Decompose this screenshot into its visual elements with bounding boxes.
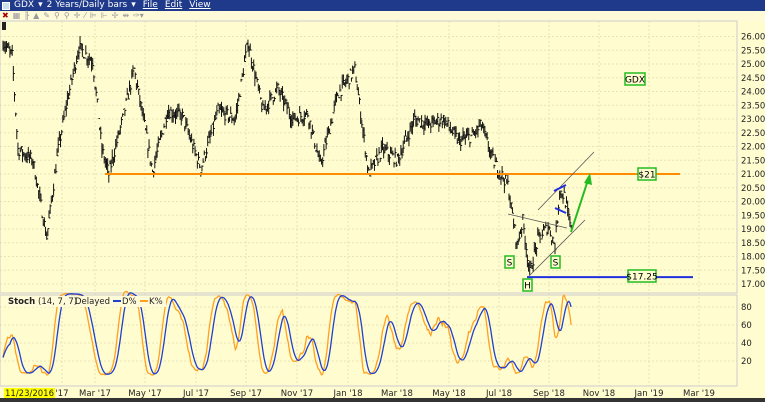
price-tick-label: 20.50 <box>741 184 765 194</box>
stoch-tick-label: 80 <box>741 303 752 313</box>
d-legend[interactable]: D% <box>122 297 137 307</box>
status-bar <box>0 398 765 402</box>
price-tick-label: 23.50 <box>741 101 765 111</box>
stoch-legend: Stoch (14, 7, 7) Delayed D% K% <box>6 296 166 307</box>
price-tick-label: 24.00 <box>741 88 765 98</box>
price-tick-label: 21.00 <box>741 170 765 180</box>
price-tick-label: 19.00 <box>741 225 765 235</box>
price-tick-label: 17.50 <box>741 266 765 276</box>
price-panel <box>0 20 738 294</box>
head-label: H <box>524 282 531 292</box>
stoch-tick-label: 20 <box>741 357 752 367</box>
price-tick-label: 18.50 <box>741 239 765 249</box>
price-tick-label: 21.50 <box>741 156 765 166</box>
k-legend[interactable]: K% <box>149 297 163 307</box>
stoch-tick-label: 60 <box>741 321 752 331</box>
right-shoulder-label: S <box>553 259 559 269</box>
stoch-params: (14, 7, 7) <box>38 297 77 307</box>
price-tick-label: 25.00 <box>741 60 765 70</box>
flag-bottom-line[interactable] <box>554 207 567 214</box>
resistance-label: $21 <box>638 171 655 181</box>
neckline-trendline[interactable] <box>507 213 568 229</box>
price-tick-label: 24.50 <box>741 74 765 84</box>
price-tick-label: 17.00 <box>741 280 765 290</box>
price-tick-label: 26.00 <box>741 33 765 43</box>
stoch-tick-label: 40 <box>741 339 752 349</box>
price-chart[interactable]: GDX $21 $17.25 S H S 26.00 25.50 25.00 24.50 24.0… <box>0 0 765 402</box>
price-tick-label: 22.00 <box>741 143 765 153</box>
left-shoulder-label: S <box>507 259 513 269</box>
price-tick-label: 19.50 <box>741 211 765 221</box>
stoch-panel <box>0 294 738 387</box>
price-tick-label: 25.50 <box>741 46 765 56</box>
price-tick-label: 20.00 <box>741 198 765 208</box>
support-label: $17.25 <box>626 273 658 283</box>
price-tick-label: 22.50 <box>741 129 765 139</box>
scroll-handle[interactable] <box>2 22 6 30</box>
stoch-label: Stoch <box>8 297 35 307</box>
price-tick-label: 23.00 <box>741 115 765 125</box>
price-tick-label: 18.00 <box>741 253 765 263</box>
ticker-label: GDX <box>625 76 645 86</box>
stoch-mode[interactable]: Delayed <box>75 297 110 307</box>
